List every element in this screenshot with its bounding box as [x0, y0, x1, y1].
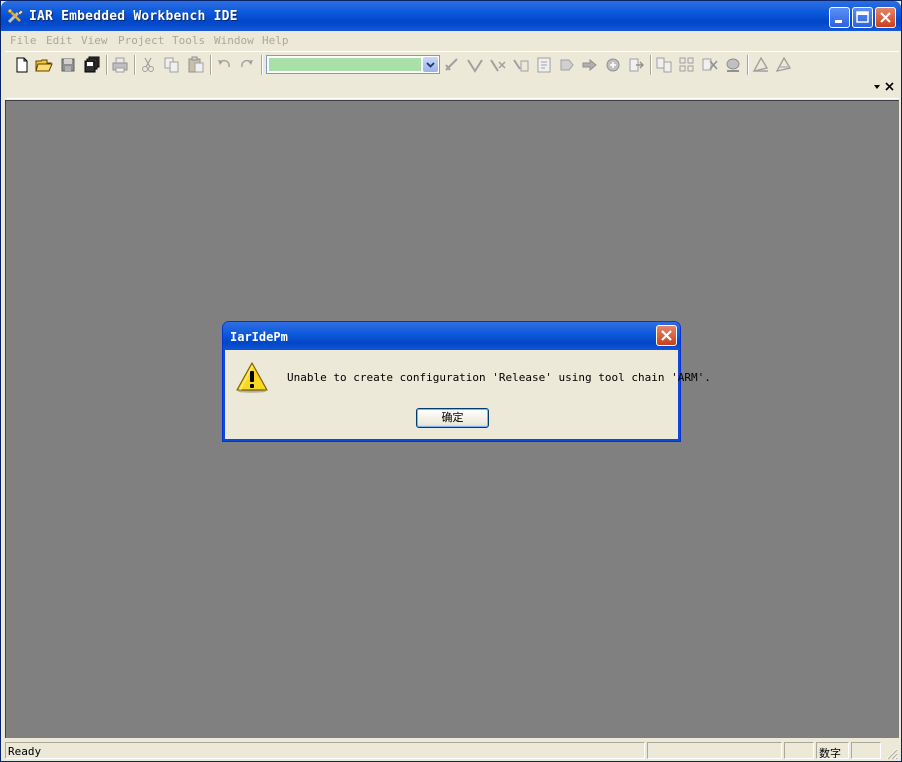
- toolbar-separator: [106, 55, 108, 75]
- menu-edit[interactable]: Edit: [46, 34, 73, 47]
- find-icon[interactable]: [655, 56, 673, 74]
- menu-window[interactable]: Window: [214, 34, 254, 47]
- error-dialog: IarIdePm Unable to create configuration …: [222, 321, 711, 442]
- status-panel: [851, 742, 881, 759]
- toolbar-separator: [261, 55, 263, 75]
- main-toolbar: [5, 51, 899, 79]
- menu-view[interactable]: View: [81, 34, 108, 47]
- dialog-close-button[interactable]: [656, 325, 677, 346]
- minimize-icon: [835, 20, 842, 23]
- menu-bar: File Edit View Project Tools Window Help: [5, 31, 899, 51]
- redo-icon[interactable]: [238, 56, 256, 74]
- configuration-dropdown-button[interactable]: [423, 57, 438, 72]
- minimize-button[interactable]: [829, 7, 850, 28]
- maximize-icon: [856, 11, 869, 23]
- open-folder-icon[interactable]: [35, 56, 53, 74]
- dropdown-arrow-icon[interactable]: [873, 83, 881, 91]
- paste-icon[interactable]: [187, 56, 205, 74]
- num-lock-indicator: 数字: [816, 742, 849, 759]
- debug-icon[interactable]: [604, 56, 622, 74]
- go-icon[interactable]: [558, 56, 576, 74]
- step-over-icon[interactable]: [581, 56, 599, 74]
- toolbar-separator: [747, 55, 749, 75]
- chevron-down-icon: [426, 62, 435, 68]
- workbench-tools-icon: [7, 8, 24, 24]
- menu-file[interactable]: File: [10, 34, 37, 47]
- stop-build-icon[interactable]: [489, 56, 507, 74]
- copy-icon[interactable]: [163, 56, 181, 74]
- window-title: IAR Embedded Workbench IDE: [29, 9, 238, 24]
- dialog-body: Unable to create configuration 'Release'…: [226, 350, 711, 439]
- configuration-combo[interactable]: [266, 55, 440, 74]
- toggle-breakpoint-icon[interactable]: [535, 56, 553, 74]
- close-icon: [661, 330, 672, 341]
- status-bar: Ready 数字: [5, 741, 899, 761]
- previous-bookmark-icon[interactable]: [775, 56, 793, 74]
- undo-icon[interactable]: [215, 56, 233, 74]
- compile-icon[interactable]: [443, 56, 461, 74]
- toolbar-separator: [134, 55, 136, 75]
- resize-grip-icon[interactable]: [884, 746, 898, 760]
- status-text: Ready: [5, 742, 645, 759]
- menu-help[interactable]: Help: [262, 34, 289, 47]
- menu-tools[interactable]: Tools: [172, 34, 205, 47]
- warning-icon: [236, 362, 268, 393]
- dialog-message: Unable to create configuration 'Release'…: [287, 371, 711, 384]
- next-bookmark-icon[interactable]: [752, 56, 770, 74]
- ok-button[interactable]: 确定: [416, 408, 489, 428]
- configuration-field[interactable]: [269, 58, 421, 71]
- status-panel: [647, 742, 782, 759]
- batch-build-icon[interactable]: [512, 56, 530, 74]
- save-all-icon[interactable]: [83, 56, 101, 74]
- menu-project[interactable]: Project: [118, 34, 164, 47]
- find-in-files-icon[interactable]: [678, 56, 696, 74]
- download-debug-icon[interactable]: [627, 56, 645, 74]
- dialog-title: IarIdePm: [230, 330, 288, 344]
- close-icon: [880, 12, 891, 23]
- cut-icon[interactable]: [139, 56, 157, 74]
- toolbar-separator: [650, 55, 652, 75]
- print-icon[interactable]: [111, 56, 129, 74]
- new-file-icon[interactable]: [13, 56, 31, 74]
- close-button[interactable]: [875, 7, 896, 28]
- status-panel: [784, 742, 814, 759]
- docking-bar: [5, 78, 899, 99]
- close-pane-icon[interactable]: [885, 82, 894, 91]
- dialog-title-bar[interactable]: IarIdePm: [223, 322, 680, 350]
- maximize-button[interactable]: [852, 7, 873, 28]
- replace-icon[interactable]: [701, 56, 719, 74]
- goto-icon[interactable]: [724, 56, 742, 74]
- make-icon[interactable]: [466, 56, 484, 74]
- title-bar[interactable]: IAR Embedded Workbench IDE: [1, 1, 901, 31]
- save-icon[interactable]: [59, 56, 77, 74]
- toolbar-separator: [210, 55, 212, 75]
